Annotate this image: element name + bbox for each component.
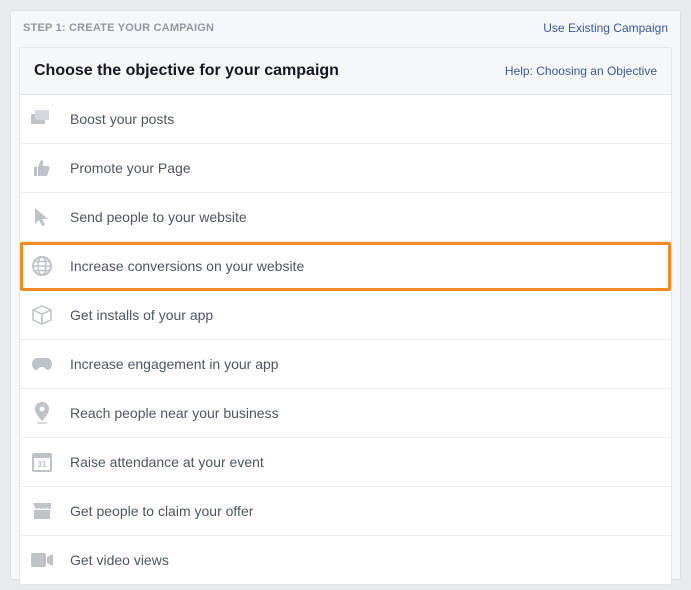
- video-icon: [30, 548, 54, 572]
- objective-app-installs[interactable]: Get installs of your app: [20, 291, 671, 340]
- objective-label: Promote your Page: [70, 160, 191, 176]
- campaign-panel: STEP 1: CREATE YOUR CAMPAIGN Use Existin…: [10, 10, 681, 580]
- objective-label: Reach people near your business: [70, 405, 279, 421]
- objective-panel: Choose the objective for your campaign H…: [19, 47, 672, 585]
- objective-promote-page[interactable]: Promote your Page: [20, 144, 671, 193]
- objective-label: Get video views: [70, 552, 169, 568]
- use-existing-campaign-link[interactable]: Use Existing Campaign: [543, 21, 668, 35]
- globe-icon: [30, 254, 54, 278]
- cursor-icon: [30, 205, 54, 229]
- objective-local-awareness[interactable]: Reach people near your business: [20, 389, 671, 438]
- objective-label: Increase engagement in your app: [70, 356, 279, 372]
- objective-event-responses[interactable]: 31 Raise attendance at your event: [20, 438, 671, 487]
- panel-title: Choose the objective for your campaign: [34, 62, 339, 80]
- objective-website-conversions[interactable]: Increase conversions on your website: [20, 242, 671, 291]
- objective-label: Get installs of your app: [70, 307, 213, 323]
- objective-label: Get people to claim your offer: [70, 503, 253, 519]
- svg-text:31: 31: [38, 460, 47, 469]
- panel-header: Choose the objective for your campaign H…: [20, 48, 671, 95]
- gamepad-icon: [30, 352, 54, 376]
- boost-posts-icon: [30, 107, 54, 131]
- objective-label: Raise attendance at your event: [70, 454, 264, 470]
- objective-offer-claims[interactable]: Get people to claim your offer: [20, 487, 671, 536]
- objective-app-engagement[interactable]: Increase engagement in your app: [20, 340, 671, 389]
- objective-list: Boost your posts Promote your Page Send …: [20, 95, 671, 584]
- pin-icon: [30, 401, 54, 425]
- objective-label: Increase conversions on your website: [70, 258, 304, 274]
- help-choosing-objective-link[interactable]: Help: Choosing an Objective: [505, 64, 657, 78]
- step-label: STEP 1: CREATE YOUR CAMPAIGN: [23, 22, 214, 34]
- storefront-icon: [30, 499, 54, 523]
- objective-boost-posts[interactable]: Boost your posts: [20, 95, 671, 144]
- objective-label: Send people to your website: [70, 209, 247, 225]
- calendar-icon: 31: [30, 450, 54, 474]
- box-icon: [30, 303, 54, 327]
- objective-video-views[interactable]: Get video views: [20, 536, 671, 584]
- thumbs-up-icon: [30, 156, 54, 180]
- objective-label: Boost your posts: [70, 111, 174, 127]
- top-bar: STEP 1: CREATE YOUR CAMPAIGN Use Existin…: [11, 11, 680, 47]
- objective-website-clicks[interactable]: Send people to your website: [20, 193, 671, 242]
